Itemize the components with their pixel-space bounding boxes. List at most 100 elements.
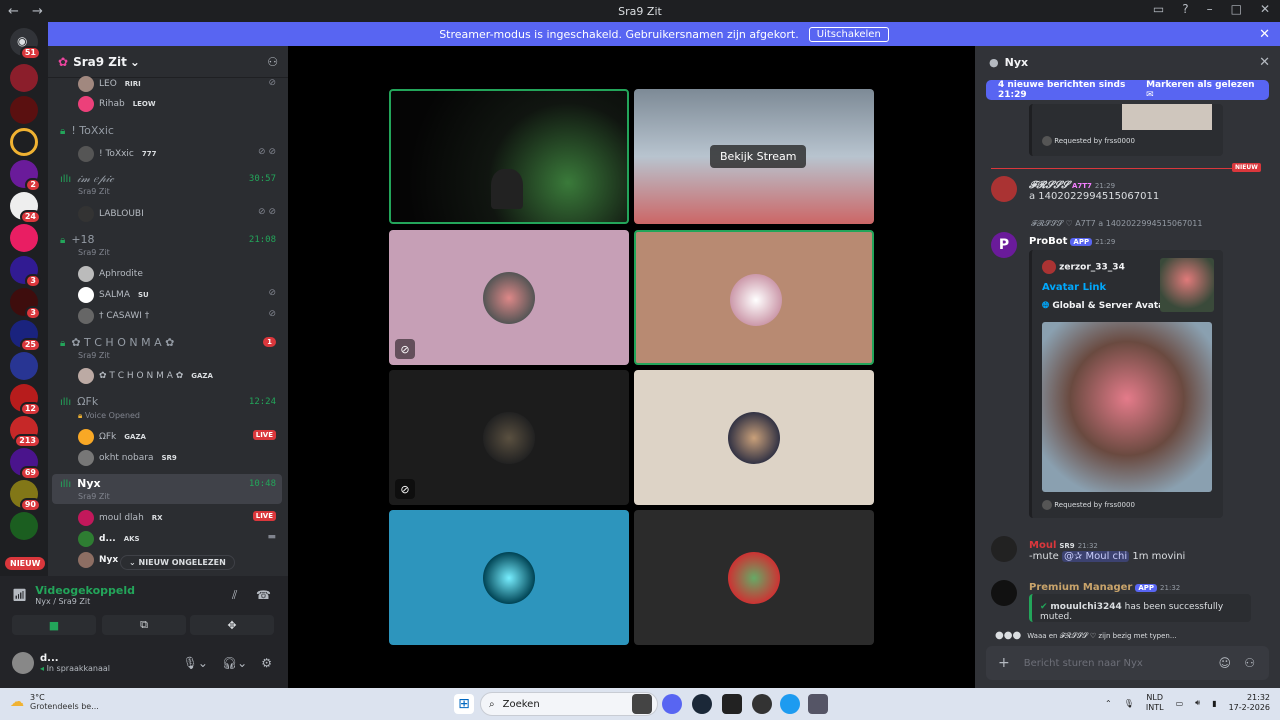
taskbar-clock[interactable]: 21:32 17-2-2026	[1229, 693, 1270, 713]
voice-user[interactable]: LEO RIRI	[78, 76, 288, 92]
network-icon[interactable]: ▭	[1176, 699, 1184, 708]
voice-channel-tchonma[interactable]: 🔒︎ ✿ T C H O N M A ✿	[60, 336, 288, 349]
new-unread-pill[interactable]: ⌄ NIEUW ONGELEZEN	[120, 555, 235, 570]
server-icon[interactable]	[10, 128, 38, 156]
microphone-icon[interactable]: 🎙︎⌄	[183, 656, 208, 670]
screen-share-button[interactable]: ⧉	[102, 615, 186, 635]
message-author[interactable]: Premium Manager	[1029, 582, 1132, 593]
edge-browser-icon[interactable]	[780, 694, 800, 714]
video-tile[interactable]	[634, 230, 874, 365]
server-icon[interactable]: 2	[10, 160, 41, 192]
server-icon[interactable]	[10, 96, 38, 124]
video-tile[interactable]	[389, 510, 629, 645]
message-text: a 1402022994515067011	[1029, 191, 1160, 202]
close-chat-icon[interactable]: ✕	[1259, 55, 1270, 70]
inbox-icon[interactable]: ▭	[1153, 2, 1164, 16]
camera-button[interactable]: ■	[12, 615, 96, 635]
settings-gear-icon[interactable]: ⚙	[261, 656, 272, 670]
user-tag: 777	[141, 150, 157, 158]
new-servers-badge[interactable]: NIEUW	[5, 557, 46, 570]
steam-icon[interactable]	[692, 694, 712, 714]
windows-start-icon[interactable]: ⊞	[454, 694, 474, 714]
user-mention[interactable]: @✰ Moul chi	[1061, 551, 1130, 562]
disconnect-icon[interactable]: ☎︎	[256, 588, 271, 602]
embed-image[interactable]	[1042, 322, 1212, 492]
user-avatar	[728, 412, 780, 464]
embed-thumbnail[interactable]	[1160, 258, 1214, 312]
server-icon[interactable]: 213	[10, 416, 41, 448]
server-icon[interactable]	[10, 64, 38, 92]
user-panel[interactable]: d... ◂ In spraakkanaal	[12, 652, 110, 674]
message-input[interactable]: Bericht sturen naar Nyx	[1024, 658, 1143, 669]
server-icon[interactable]: 3	[10, 288, 41, 320]
voice-user[interactable]: ! ToXxic 777	[78, 146, 288, 162]
message-author[interactable]: 𝓕𝓡𝓢𝓢𝓢	[1029, 180, 1069, 191]
voice-channel-toxxic[interactable]: 🔒︎! ToXxic	[60, 124, 288, 137]
volume-icon[interactable]: 🔊︎	[1195, 698, 1200, 708]
app-icon[interactable]	[808, 694, 828, 714]
voice-user[interactable]: Rihab LEOW	[78, 96, 288, 112]
avatar-link[interactable]: Avatar Link	[1042, 282, 1106, 293]
server-header[interactable]: ✿ Sra9 Zit ⌄ ⚇	[48, 46, 288, 78]
voice-user[interactable]: LABLOUBI	[78, 206, 288, 222]
close-window-button[interactable]: ✕	[1260, 2, 1270, 16]
video-tile[interactable]	[634, 370, 874, 505]
voice-user[interactable]: ✿ T C H O N M A ✿ GAZA	[78, 368, 288, 384]
new-messages-bar[interactable]: 4 nieuwe berichten sinds 21:29 Markeren …	[986, 80, 1269, 100]
maximize-button[interactable]: □	[1231, 2, 1242, 16]
server-icon[interactable]	[10, 512, 38, 540]
mute-icon: ⊘	[268, 288, 276, 298]
voice-active-icon: ıllı	[60, 479, 72, 490]
video-tile[interactable]	[634, 510, 874, 645]
app-icon[interactable]	[752, 694, 772, 714]
gift-icon[interactable]: ⚇	[1244, 656, 1255, 670]
voice-user[interactable]: † CASAWI †	[78, 308, 288, 324]
weather-widget[interactable]: ☁ 3°C Grotendeels be...	[10, 693, 99, 711]
voice-user[interactable]: d... AKS	[78, 531, 288, 547]
microphone-icon[interactable]: 🎙︎	[1124, 699, 1134, 708]
screen-share-icon: ⧉	[140, 618, 148, 631]
voice-user[interactable]: Aphrodite	[78, 266, 288, 282]
server-icon[interactable]: 12	[10, 384, 41, 416]
watch-stream-button[interactable]: Bekijk Stream	[710, 145, 807, 168]
message-author[interactable]: ProBot	[1029, 236, 1067, 247]
chevron-up-icon[interactable]: ⌃	[1105, 699, 1112, 708]
server-icon[interactable]: 25	[10, 320, 41, 352]
voice-user[interactable]: okht nobara SR9	[78, 450, 288, 466]
activities-button[interactable]: ✥	[190, 615, 274, 635]
home-icon[interactable]: ◉ 51	[10, 28, 41, 60]
user-avatar	[728, 552, 780, 604]
reply-preview[interactable]: 𝓕𝓡𝓢𝓢𝓢 ♡ A7T7 a 1402022994515067011	[1031, 219, 1202, 229]
headphones-icon[interactable]: 🎧︎⌄	[222, 656, 247, 670]
epic-games-icon[interactable]	[722, 694, 742, 714]
server-icon[interactable]: 90	[10, 480, 41, 512]
noise-suppression-icon[interactable]: ⫽	[232, 588, 237, 603]
server-icon[interactable]: 69	[10, 448, 41, 480]
disable-streamer-mode-button[interactable]: Uitschakelen	[808, 26, 889, 42]
message-time: 21:29	[1094, 182, 1116, 190]
mark-as-read-button[interactable]: Markeren als gelezen ✉	[1146, 80, 1257, 100]
video-tile[interactable]	[389, 89, 629, 224]
message-author[interactable]: Moul	[1029, 540, 1056, 551]
battery-icon[interactable]: ▮	[1212, 699, 1216, 708]
add-member-icon[interactable]: ⚇	[267, 55, 278, 69]
minimize-button[interactable]: –	[1207, 2, 1213, 16]
close-banner-icon[interactable]: ✕	[1259, 27, 1270, 42]
plus-icon[interactable]: +	[998, 655, 1010, 671]
voice-user[interactable]: SALMA SU	[78, 287, 288, 303]
server-icon[interactable]	[10, 352, 38, 380]
server-icon[interactable]: 24	[10, 192, 41, 224]
new-divider-label: NIEUW	[1232, 163, 1261, 172]
help-icon[interactable]: ?	[1182, 2, 1188, 16]
server-icon[interactable]	[10, 224, 38, 252]
server-icon[interactable]: 3	[10, 256, 41, 288]
discord-icon[interactable]	[662, 694, 682, 714]
file-explorer-icon[interactable]	[632, 694, 652, 714]
video-tile[interactable]: ⊘	[389, 230, 629, 365]
stream-tile[interactable]: Bekijk Stream	[634, 89, 874, 224]
message-input-bar[interactable]: + Bericht sturen naar Nyx ☺ ⚇	[986, 646, 1269, 680]
emoji-icon[interactable]: ☺	[1218, 656, 1231, 670]
language-indicator[interactable]: NLD INTL	[1146, 693, 1164, 713]
voice-location[interactable]: Nyx / Sra9 Zit	[35, 597, 135, 606]
video-tile[interactable]: ⊘	[389, 370, 629, 505]
